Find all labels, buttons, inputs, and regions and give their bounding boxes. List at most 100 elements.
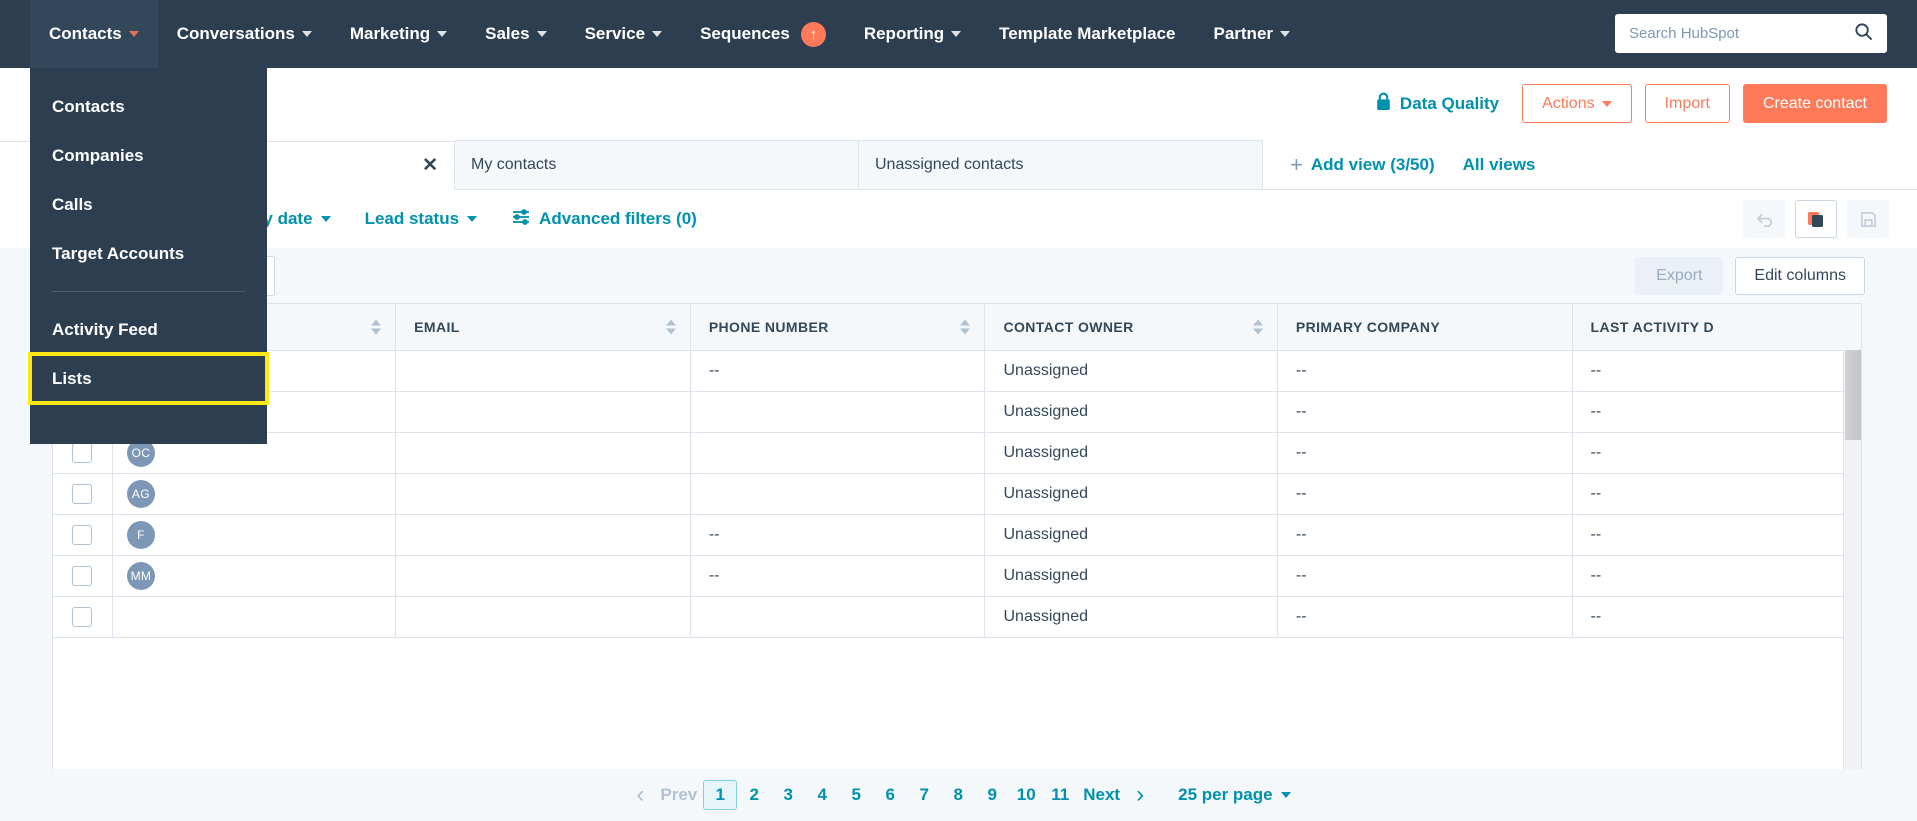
table-row[interactable]: MM -- Unassigned -- -- [53, 555, 1861, 597]
chevron-down-icon [1280, 31, 1291, 37]
nav-item-conversations[interactable]: Conversations [158, 0, 331, 68]
filter-bar: Create dateLast activity dateLead status… [0, 190, 1917, 248]
next-chevron-icon[interactable]: › [1126, 781, 1154, 809]
tab-my-contacts[interactable]: My contacts [455, 140, 859, 189]
row-checkbox[interactable] [72, 566, 93, 586]
table-row[interactable]: F -- Unassigned -- -- [53, 514, 1861, 556]
nav-item-service[interactable]: Service [566, 0, 682, 68]
sort-icon[interactable] [960, 319, 971, 335]
all-views-button[interactable]: All views [1463, 155, 1536, 175]
sort-icon[interactable] [371, 319, 382, 335]
page-button-11[interactable]: 11 [1043, 780, 1077, 810]
nav-item-template-marketplace[interactable]: Template Marketplace [980, 0, 1194, 68]
header-actions: Data Quality Actions Import Create conta… [1375, 84, 1887, 123]
sort-icon[interactable] [1252, 319, 1263, 335]
prev-page-button[interactable]: Prev [654, 780, 703, 810]
table-row[interactable]: OC Unassigned -- -- [53, 432, 1861, 474]
cell-name[interactable]: MM [112, 555, 397, 597]
add-view-button[interactable]: + Add view (3/50) [1290, 152, 1435, 178]
page-button-5[interactable]: 5 [839, 780, 873, 810]
next-page-button[interactable]: Next [1077, 780, 1126, 810]
page-button-1[interactable]: 1 [703, 780, 738, 810]
dropdown-item-contacts[interactable]: Contacts [30, 82, 267, 131]
chevron-down-icon [467, 216, 478, 222]
nav-item-contacts[interactable]: Contacts [30, 0, 158, 68]
row-checkbox[interactable] [72, 484, 93, 504]
per-page-selector[interactable]: 25 per page [1178, 785, 1291, 805]
advanced-filters-button[interactable]: Advanced filters (0) [511, 208, 697, 231]
dropdown-item-calls[interactable]: Calls [30, 180, 267, 229]
dropdown-item-companies[interactable]: Companies [30, 131, 267, 180]
sliders-icon [511, 208, 531, 231]
vertical-scrollbar[interactable] [1843, 350, 1861, 821]
column-header-primary-company[interactable]: PRIMARY COMPANY [1277, 303, 1573, 351]
row-checkbox[interactable] [72, 607, 93, 627]
nav-item-sequences[interactable]: Sequences ↑ [681, 0, 845, 68]
actions-button[interactable]: Actions [1522, 84, 1632, 123]
column-header-contact-owner[interactable]: CONTACT OWNER [984, 303, 1278, 351]
dropdown-item-lists[interactable]: Lists [28, 352, 269, 405]
chevron-down-icon [652, 31, 663, 37]
edit-columns-button[interactable]: Edit columns [1735, 256, 1865, 295]
row-checkbox[interactable] [72, 443, 93, 463]
data-quality-link[interactable]: Data Quality [1375, 92, 1499, 116]
column-header-phone-number[interactable]: PHONE NUMBER [690, 303, 986, 351]
search-input[interactable] [1629, 25, 1854, 42]
row-checkbox[interactable] [72, 525, 93, 545]
clone-icon-button[interactable] [1795, 200, 1837, 238]
column-header-email[interactable]: EMAIL [395, 303, 691, 351]
dropdown-item-activity-feed[interactable]: Activity Feed [30, 305, 267, 354]
avatar: F [126, 521, 155, 549]
cell-email [395, 514, 691, 556]
avatar: MM [126, 562, 155, 590]
cell-company: -- [1277, 555, 1573, 597]
tabstrip-actions: + Add view (3/50) All views [1290, 140, 1535, 189]
upgrade-arrow-icon[interactable]: ↑ [800, 21, 826, 47]
cell-phone [690, 432, 986, 474]
create-contact-button[interactable]: Create contact [1742, 84, 1887, 123]
row-checkbox-cell[interactable] [53, 555, 113, 597]
page-button-4[interactable]: 4 [805, 780, 839, 810]
top-navigation-bar: Contacts Conversations Marketing Sales Servi… [0, 0, 1917, 68]
page-button-7[interactable]: 7 [907, 780, 941, 810]
nav-item-reporting[interactable]: Reporting [845, 0, 980, 68]
filter-lead-status[interactable]: Lead status [365, 209, 478, 229]
page-button-9[interactable]: 9 [975, 780, 1009, 810]
table-row[interactable]: -- Unassigned -- -- [53, 350, 1861, 392]
tab-unassigned-contacts[interactable]: Unassigned contacts [859, 140, 1263, 189]
nav-item-label: Contacts [49, 24, 122, 43]
cell-owner: Unassigned [984, 391, 1278, 433]
nav-item-sales[interactable]: Sales [466, 0, 565, 68]
cell-company: -- [1277, 596, 1573, 638]
dropdown-item-target-accounts[interactable]: Target Accounts [30, 229, 267, 278]
save-icon-button[interactable] [1847, 200, 1889, 238]
page-button-3[interactable]: 3 [771, 780, 805, 810]
cell-name[interactable]: AG [112, 473, 397, 515]
export-button[interactable]: Export [1635, 256, 1724, 295]
global-search[interactable] [1615, 14, 1887, 53]
row-checkbox-cell[interactable] [53, 514, 113, 556]
undo-icon-button[interactable] [1743, 200, 1785, 238]
page-button-8[interactable]: 8 [941, 780, 975, 810]
scrollbar-thumb[interactable] [1845, 350, 1861, 440]
sort-icon[interactable] [665, 319, 676, 335]
page-button-6[interactable]: 6 [873, 780, 907, 810]
column-header-last-activity-d[interactable]: LAST ACTIVITY D [1572, 303, 1861, 351]
import-label: Import [1664, 94, 1710, 112]
contacts-table: NAMEEMAILPHONE NUMBERCONTACT OWNERPRIMAR… [52, 303, 1862, 821]
nav-item-marketing[interactable]: Marketing [331, 0, 466, 68]
page-button-2[interactable]: 2 [737, 780, 771, 810]
row-checkbox-cell[interactable] [53, 473, 113, 515]
cell-phone: -- [690, 555, 986, 597]
row-checkbox-cell[interactable] [53, 596, 113, 638]
cell-name[interactable] [112, 596, 397, 638]
table-row[interactable]: Unassigned -- -- [53, 596, 1861, 638]
nav-item-partner[interactable]: Partner [1194, 0, 1309, 68]
table-row[interactable]: LLUnassigned---- [53, 391, 1861, 433]
page-button-10[interactable]: 10 [1009, 780, 1043, 810]
import-button[interactable]: Import [1644, 84, 1730, 123]
cell-name[interactable]: F [112, 514, 397, 556]
chevron-down-icon [301, 31, 312, 37]
table-row[interactable]: AG Unassigned -- -- [53, 473, 1861, 515]
close-icon[interactable]: ✕ [402, 154, 438, 177]
